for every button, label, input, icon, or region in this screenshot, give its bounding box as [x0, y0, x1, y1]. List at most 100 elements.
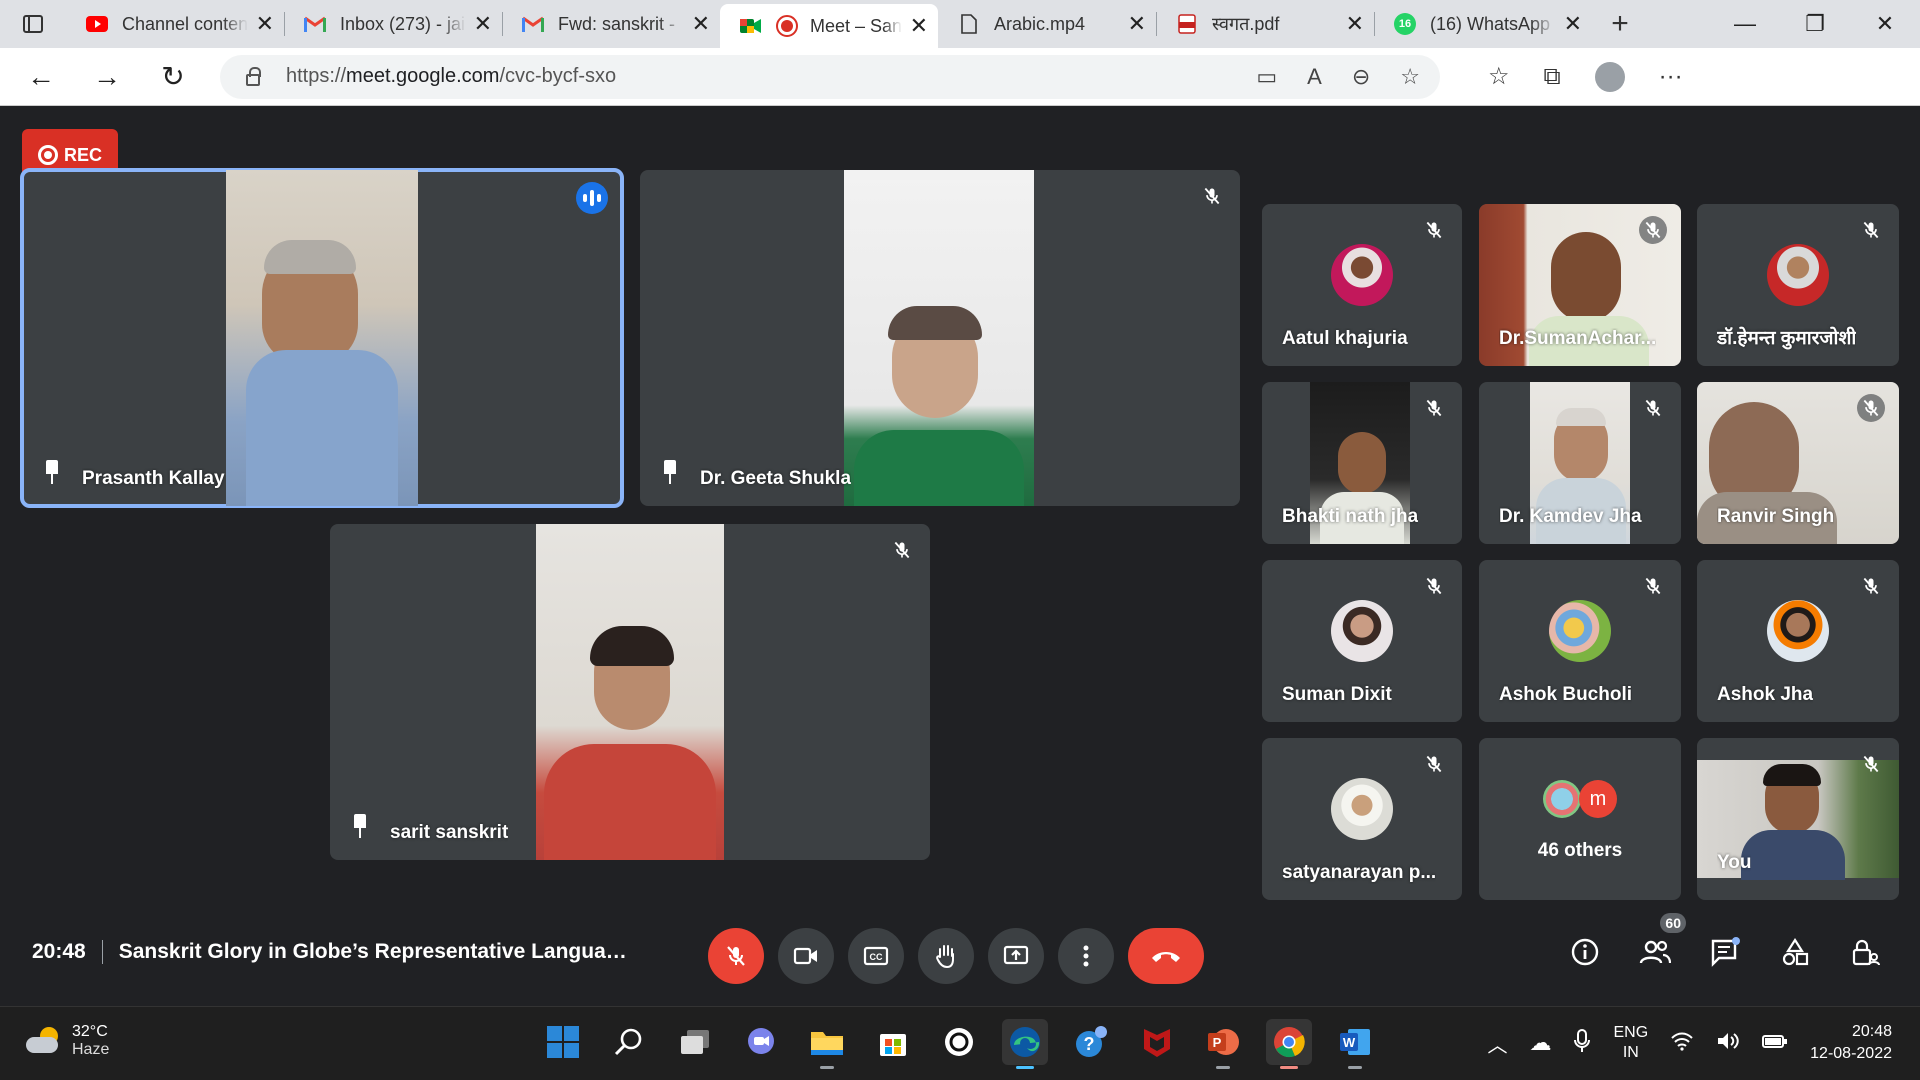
activities-button[interactable] — [1778, 935, 1812, 969]
tab-actions-button[interactable] — [0, 0, 66, 48]
tab-arabic-mp4[interactable]: Arabic.mp4 ✕ — [938, 0, 1156, 48]
word-button[interactable]: W — [1332, 1019, 1378, 1069]
tab-gmail-fwd[interactable]: Fwd: sanskrit - ✕ — [502, 0, 720, 48]
help-app-button[interactable]: ? — [1068, 1019, 1114, 1065]
battery-icon[interactable] — [1762, 1031, 1788, 1056]
pin-icon[interactable] — [660, 460, 680, 486]
grid-tile-hemant[interactable]: डॉ.हेमन्त कुमारजोशी — [1697, 204, 1899, 366]
collections-icon[interactable]: ⧉ — [1544, 63, 1561, 91]
close-icon[interactable]: ✕ — [1564, 11, 1582, 37]
store-button[interactable] — [870, 1019, 916, 1065]
main-tile-geeta[interactable]: Dr. Geeta Shukla — [640, 170, 1240, 506]
teams-chat-button[interactable] — [738, 1019, 784, 1065]
search-icon — [614, 1028, 642, 1056]
zoom-icon[interactable]: ⊖ — [1352, 64, 1370, 90]
microphone-icon[interactable] — [1573, 1028, 1591, 1058]
weather-widget[interactable]: 32°C Haze — [26, 1023, 109, 1059]
grid-tile-aatul[interactable]: Aatul khajuria — [1262, 204, 1462, 366]
edge-button[interactable] — [1002, 1019, 1048, 1069]
grid-tile-ranvir[interactable]: Ranvir Singh — [1697, 382, 1899, 544]
reload-button[interactable]: ↻ — [140, 60, 206, 93]
lock-person-icon — [1852, 939, 1880, 966]
tab-actions-icon — [23, 15, 43, 33]
wifi-icon[interactable] — [1670, 1031, 1694, 1056]
volume-icon[interactable] — [1716, 1031, 1740, 1056]
task-view-button[interactable] — [672, 1019, 718, 1065]
close-icon[interactable]: ✕ — [1128, 11, 1146, 37]
grid-tile-bhakti[interactable]: Bhakti nath jha — [1262, 382, 1462, 544]
windows-logo-icon — [547, 1026, 579, 1058]
close-icon[interactable]: ✕ — [910, 13, 928, 39]
raise-hand-button[interactable] — [918, 928, 974, 984]
recording-icon — [776, 15, 798, 37]
grid-tile-satyanarayan[interactable]: satyanarayan p... — [1262, 738, 1462, 900]
running-indicator — [1216, 1066, 1230, 1069]
people-button[interactable]: 60 — [1638, 913, 1686, 969]
present-screen-button[interactable] — [988, 928, 1044, 984]
grid-tile-ashok-jha[interactable]: Ashok Jha — [1697, 560, 1899, 722]
grid-tile-others[interactable]: m 46 others — [1479, 738, 1681, 900]
host-controls-button[interactable] — [1848, 935, 1882, 969]
tab-pdf[interactable]: स्वगत.pdf ✕ — [1156, 0, 1374, 48]
participant-video — [536, 524, 724, 860]
participant-name: You — [1717, 852, 1752, 873]
main-tile-prasanth[interactable]: Prasanth Kallay — [20, 168, 624, 508]
chrome-button[interactable] — [1266, 1019, 1312, 1069]
input-language[interactable]: ENG IN — [1613, 1023, 1648, 1063]
close-window-button[interactable]: ✕ — [1850, 0, 1920, 48]
leave-call-button[interactable] — [1128, 928, 1204, 984]
minimize-button[interactable]: — — [1710, 0, 1780, 48]
back-button[interactable]: ← — [8, 61, 74, 93]
chat-button[interactable] — [1708, 935, 1742, 969]
close-icon[interactable]: ✕ — [692, 11, 710, 37]
more-options-button[interactable] — [1058, 928, 1114, 984]
grid-tile-suman-dixit[interactable]: Suman Dixit — [1262, 560, 1462, 722]
more-menu-icon[interactable]: ··· — [1659, 63, 1683, 91]
tab-meet[interactable]: Meet – Sanskrit ✕ — [720, 4, 938, 48]
whatsapp-icon: 16 — [1394, 13, 1416, 35]
profile-avatar[interactable] — [1594, 61, 1625, 92]
people-icon — [1639, 940, 1671, 964]
close-icon[interactable]: ✕ — [1346, 11, 1364, 37]
grid-tile-ashok-bucholi[interactable]: Ashok Bucholi — [1479, 560, 1681, 722]
lock-icon[interactable] — [246, 66, 261, 86]
tab-gmail-inbox[interactable]: Inbox (273) - jaimish.rs@gmail.com ✕ — [284, 0, 502, 48]
close-icon[interactable]: ✕ — [474, 11, 492, 37]
mcafee-button[interactable] — [1134, 1019, 1180, 1065]
mic-off-icon — [1198, 182, 1226, 210]
grid-tile-you[interactable]: You — [1697, 738, 1899, 900]
chatgpt-app-button[interactable] — [936, 1019, 982, 1065]
camera-toggle-button[interactable] — [778, 928, 834, 984]
url-text[interactable]: https://meet.google.com/cvc-bycf-sxo — [286, 65, 1256, 88]
address-bar[interactable]: https://meet.google.com/cvc-bycf-sxo ▭ A… — [220, 54, 1440, 99]
onedrive-icon[interactable]: ☁ — [1529, 1030, 1551, 1056]
pin-icon[interactable] — [350, 814, 370, 840]
tab-title: Arabic.mp4 — [994, 13, 1086, 34]
restore-button[interactable]: ❐ — [1780, 0, 1850, 48]
close-icon[interactable]: ✕ — [256, 11, 274, 37]
search-button[interactable] — [606, 1019, 652, 1065]
grid-tile-kamdev[interactable]: Dr. Kamdev Jha — [1479, 382, 1681, 544]
meeting-details-button[interactable] — [1568, 935, 1602, 969]
openai-icon — [945, 1028, 973, 1056]
tab-whatsapp[interactable]: 16 (16) WhatsApp ✕ — [1374, 0, 1592, 48]
weather-haze-icon — [26, 1027, 62, 1055]
new-tab-button[interactable]: + — [1592, 0, 1648, 48]
grid-tile-suman-achar[interactable]: Dr.SumanAchar... — [1479, 204, 1681, 366]
captions-button[interactable]: CC — [848, 928, 904, 984]
main-tile-sarit[interactable]: sarit sanskrit — [330, 524, 930, 860]
forward-button[interactable]: → — [74, 61, 140, 93]
show-hidden-icons-icon[interactable]: ︿ — [1487, 1029, 1507, 1058]
tab-youtube[interactable]: Channel content ✕ — [66, 0, 284, 48]
start-button[interactable] — [540, 1019, 586, 1065]
read-aloud-icon[interactable]: A — [1307, 64, 1322, 90]
file-explorer-button[interactable] — [804, 1019, 850, 1069]
mic-toggle-button[interactable] — [708, 928, 764, 984]
favorites-icon[interactable]: ☆ — [1488, 62, 1510, 91]
running-indicator — [820, 1066, 834, 1069]
add-favorite-icon[interactable]: ☆ — [1400, 64, 1420, 90]
powerpoint-button[interactable]: P — [1200, 1019, 1246, 1069]
camera-indicator-icon[interactable]: ▭ — [1256, 64, 1277, 90]
pin-icon[interactable] — [42, 460, 62, 486]
system-clock[interactable]: 20:48 12-08-2022 — [1810, 1021, 1892, 1065]
